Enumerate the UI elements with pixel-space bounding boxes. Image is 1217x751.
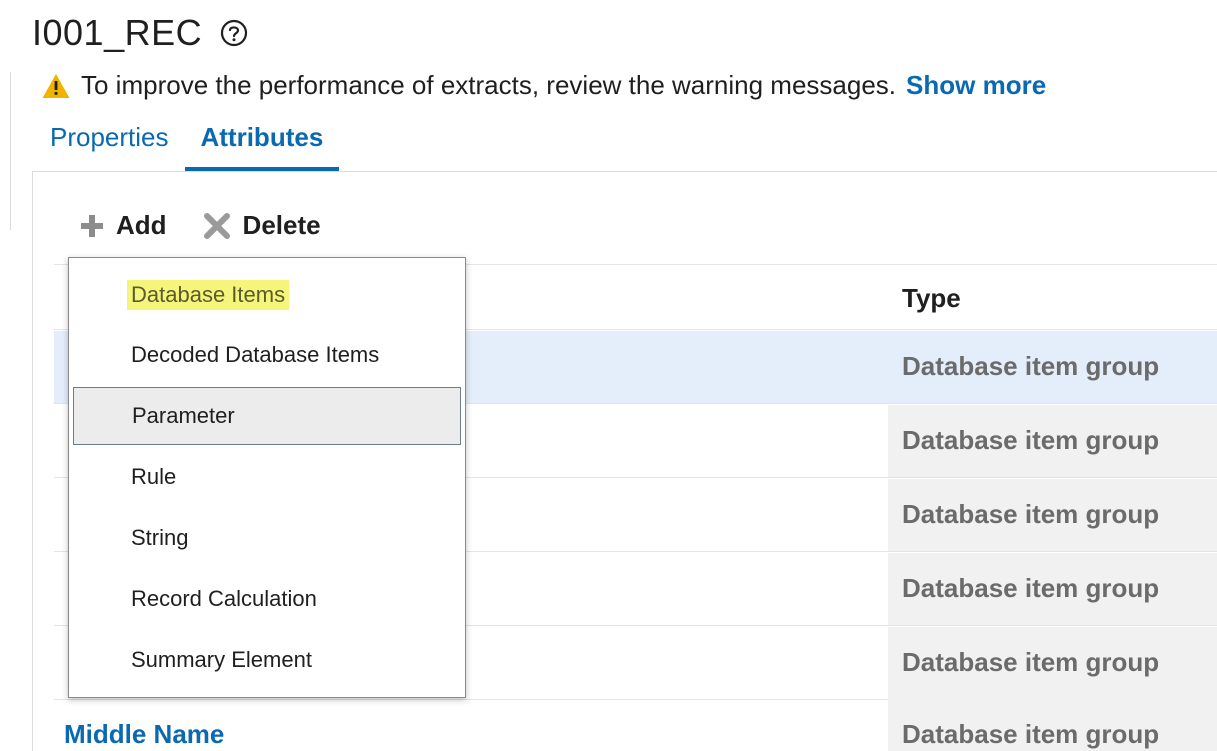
menu-item-string[interactable]: String	[73, 509, 461, 567]
type-cell: Database item group	[902, 719, 1160, 749]
add-dropdown-menu: Database Items Decoded Database Items Pa…	[68, 257, 466, 698]
tab-bar: Properties Attributes	[34, 112, 340, 172]
table-row[interactable]: Middle Name Database item group	[54, 699, 1217, 751]
help-circle-icon[interactable]	[220, 19, 248, 47]
type-cell: Database item group	[902, 573, 1160, 603]
column-header-type[interactable]: Type	[902, 283, 961, 314]
x-icon	[203, 212, 231, 239]
menu-item-rule[interactable]: Rule	[73, 448, 461, 506]
menu-item-parameter[interactable]: Parameter	[73, 387, 461, 445]
menu-item-summary-element[interactable]: Summary Element	[73, 631, 461, 689]
delete-button[interactable]: Delete	[203, 210, 321, 241]
plus-icon	[80, 214, 104, 238]
delete-label: Delete	[242, 210, 321, 240]
menu-item-database-items[interactable]: Database Items	[73, 266, 461, 324]
toolbar: Add Delete	[80, 210, 357, 241]
add-button[interactable]: Add	[80, 210, 167, 241]
page-root: I001_REC To improve the performance of e…	[0, 0, 1217, 751]
menu-item-decoded-database-items[interactable]: Decoded Database Items	[73, 326, 461, 384]
menu-item-label: Summary Element	[131, 647, 312, 672]
type-cell: Database item group	[902, 499, 1160, 529]
tab-attributes[interactable]: Attributes	[184, 112, 340, 171]
name-cell-link[interactable]: Middle Name	[64, 719, 224, 750]
type-cell: Database item group	[902, 425, 1160, 455]
menu-item-label: Rule	[131, 464, 177, 489]
warning-message: To improve the performance of extracts, …	[41, 70, 1046, 101]
menu-item-record-calculation[interactable]: Record Calculation	[73, 570, 461, 628]
add-label: Add	[116, 210, 167, 240]
page-title: I001_REC	[32, 12, 203, 53]
type-cell: Database item group	[902, 351, 1160, 381]
warning-text: To improve the performance of extracts, …	[81, 70, 897, 100]
title-row: I001_REC	[32, 12, 248, 54]
tab-properties[interactable]: Properties	[34, 112, 185, 160]
menu-item-label: String	[131, 525, 189, 550]
menu-item-label: Decoded Database Items	[131, 342, 380, 367]
menu-item-label: Database Items	[127, 280, 290, 310]
menu-item-label: Record Calculation	[131, 586, 317, 611]
type-cell: Database item group	[902, 647, 1160, 677]
show-more-link[interactable]: Show more	[906, 70, 1046, 101]
menu-item-label: Parameter	[132, 403, 235, 428]
warning-triangle-icon	[41, 72, 71, 100]
left-rail-divider	[10, 72, 11, 230]
